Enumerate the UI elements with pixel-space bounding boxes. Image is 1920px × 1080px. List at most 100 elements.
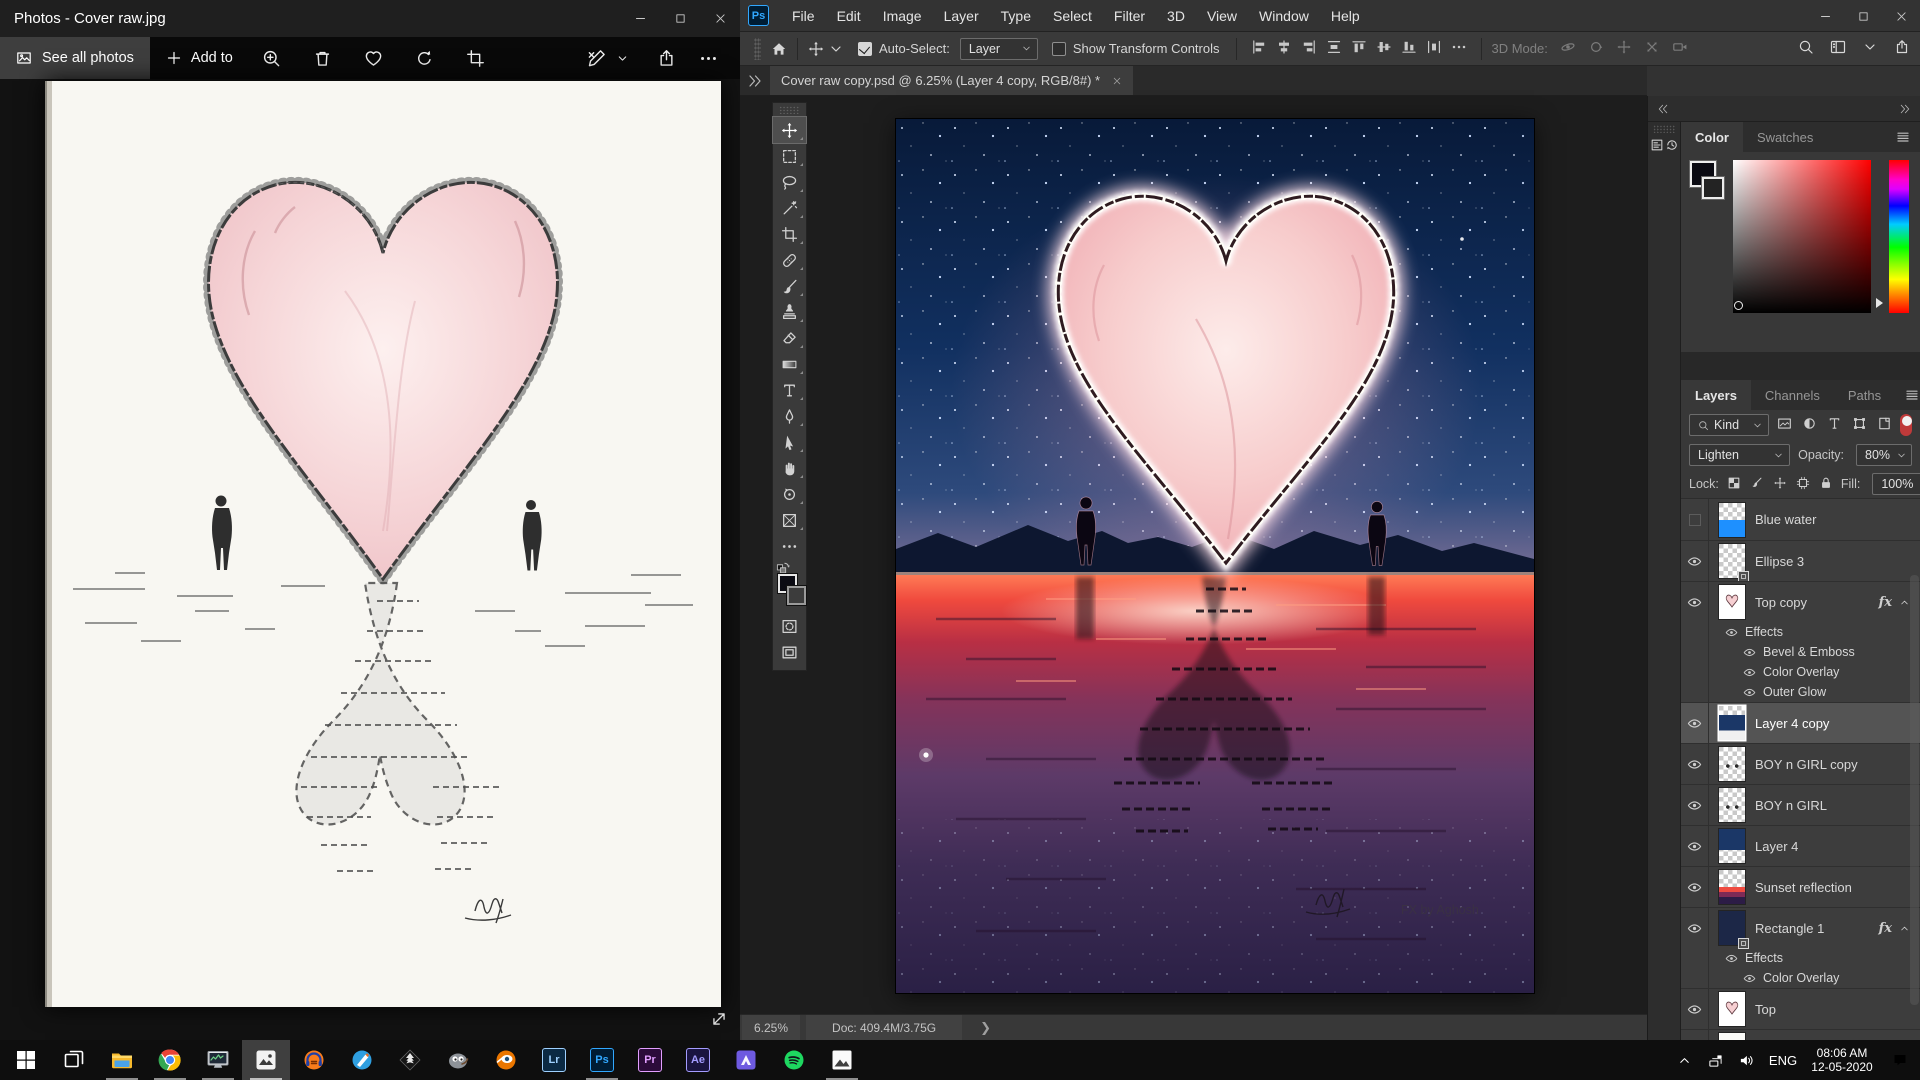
layer-thumbnail[interactable] (1719, 870, 1745, 904)
lock-artboard-button[interactable] (1796, 476, 1810, 493)
language-indicator[interactable]: ENG (1762, 1053, 1804, 1068)
layer-visibility-toggle[interactable] (1681, 867, 1709, 907)
effect-visibility-toggle[interactable] (1743, 666, 1756, 679)
zoom-in-button[interactable] (259, 43, 283, 73)
layer-thumbnail[interactable] (1719, 585, 1745, 619)
document-tab[interactable]: Cover raw copy.psd @ 6.25% (Layer 4 copy… (770, 66, 1133, 95)
taskbar-photoshop[interactable]: Ps (578, 1040, 626, 1080)
taskbar-photos[interactable] (242, 1040, 290, 1080)
taskbar-start[interactable] (2, 1040, 50, 1080)
rotate-button[interactable] (412, 43, 436, 73)
lock-transparency-button[interactable] (1727, 476, 1741, 493)
layer-row[interactable]: Rectangle 1 fx (1681, 907, 1920, 948)
delete-button[interactable] (310, 43, 334, 73)
layer-row[interactable]: BOY n GIRL (1681, 784, 1920, 825)
panel-menu-icon[interactable] (1886, 122, 1920, 152)
canvas-document[interactable]: FX by Aghosh (896, 119, 1534, 993)
menu-edit[interactable]: Edit (826, 0, 872, 32)
photos-maximize-button[interactable] (660, 0, 700, 37)
menu-view[interactable]: View (1196, 0, 1248, 32)
taskbar-headphones-app[interactable] (290, 1040, 338, 1080)
layers-scrollbar[interactable] (1910, 575, 1919, 1005)
status-zoom-field[interactable]: 6.25% (742, 1015, 800, 1040)
menu-type[interactable]: Type (990, 0, 1042, 32)
pen-tool[interactable] (773, 403, 806, 429)
rotate-view-tool[interactable] (773, 481, 806, 507)
taskbar-inkscape[interactable] (386, 1040, 434, 1080)
layer-row[interactable]: Layer 4 (1681, 825, 1920, 866)
effect-visibility-toggle[interactable] (1725, 952, 1738, 965)
brush-tool[interactable] (773, 273, 806, 299)
3d-slide-button[interactable] (1644, 39, 1660, 58)
home-icon[interactable] (771, 41, 787, 57)
hand-tool[interactable] (773, 455, 806, 481)
layer-thumbnail[interactable] (1719, 992, 1745, 1026)
layer-name[interactable]: Ellipse 3 (1755, 554, 1804, 569)
marquee-tool[interactable] (773, 143, 806, 169)
fill-field[interactable]: 100% (1872, 473, 1920, 495)
distribute-v-button[interactable] (1326, 39, 1342, 58)
search-button[interactable] (1798, 39, 1814, 58)
tab-layers[interactable]: Layers (1681, 380, 1751, 410)
blend-mode-dropdown[interactable]: Lighten (1689, 444, 1790, 466)
filter-kind-dropdown[interactable]: Kind (1689, 414, 1769, 436)
layer-effect-row[interactable]: Effects (1681, 622, 1920, 642)
layer-name[interactable]: Layer 4 copy (1755, 716, 1829, 731)
filter-type-button[interactable] (1827, 416, 1842, 434)
layer-row[interactable]: Ellipse 3 (1681, 540, 1920, 581)
lock-position-button[interactable] (1773, 476, 1787, 493)
hue-slider-handle[interactable] (1876, 298, 1888, 308)
type-tool[interactable] (773, 377, 806, 403)
eraser-tool[interactable] (773, 325, 806, 351)
layer-visibility-toggle[interactable] (1681, 499, 1709, 540)
clone-stamp-tool[interactable] (773, 299, 806, 325)
close-icon[interactable] (1112, 76, 1122, 86)
layer-thumbnail[interactable] (1719, 503, 1745, 537)
chevron-down-button[interactable] (1862, 39, 1878, 58)
taskbar-system-monitor[interactable] (194, 1040, 242, 1080)
color-picker-handle[interactable] (1734, 301, 1743, 310)
effect-visibility-toggle[interactable] (1743, 686, 1756, 699)
menu-filter[interactable]: Filter (1103, 0, 1156, 32)
layer-name[interactable]: Top (1755, 1002, 1776, 1017)
menu-file[interactable]: File (781, 0, 826, 32)
layer-row[interactable]: Top copyfx (1681, 581, 1920, 622)
layer-thumbnail[interactable] (1719, 829, 1745, 863)
menu-3d[interactable]: 3D (1156, 0, 1196, 32)
gradient-tool[interactable] (773, 351, 806, 377)
align-bottom-button[interactable] (1401, 39, 1417, 58)
photoshop-minimize-button[interactable] (1806, 0, 1844, 32)
taskbar-after-effects[interactable]: Ae (674, 1040, 722, 1080)
crop-button[interactable] (463, 43, 487, 73)
menu-select[interactable]: Select (1042, 0, 1103, 32)
fx-badge[interactable]: fx (1879, 921, 1892, 936)
fx-badge[interactable]: fx (1879, 595, 1892, 610)
layer-visibility-toggle[interactable] (1681, 744, 1709, 784)
resize-diagonal-icon[interactable] (710, 1010, 728, 1028)
layer-visibility-toggle[interactable] (1681, 989, 1709, 1029)
distribute-h-button[interactable] (1426, 39, 1442, 58)
menu-image[interactable]: Image (872, 0, 933, 32)
layer-thumbnail[interactable] (1719, 911, 1745, 945)
saturation-field[interactable] (1733, 160, 1871, 313)
chevrons-right-icon[interactable] (740, 66, 770, 95)
layer-name[interactable]: Blue water (1755, 512, 1816, 527)
layer-name[interactable]: Rectangle 1 (1755, 921, 1824, 936)
crop-tool[interactable] (773, 221, 806, 247)
photos-minimize-button[interactable] (620, 0, 660, 37)
layer-filter-toggle[interactable] (1900, 414, 1912, 436)
tab-color[interactable]: Color (1681, 122, 1743, 152)
auto-select-mode-dropdown[interactable]: Layer (960, 38, 1038, 60)
filter-adjustment-button[interactable] (1802, 416, 1817, 434)
lasso-tool[interactable] (773, 169, 806, 195)
chevron-down-button[interactable] (610, 43, 634, 73)
lock-paint-button[interactable] (1750, 476, 1764, 493)
background-color-swatch[interactable] (787, 586, 806, 605)
photoshop-maximize-button[interactable] (1844, 0, 1882, 32)
3d-pan-button[interactable] (1616, 39, 1632, 58)
layer-thumbnail[interactable] (1719, 706, 1745, 740)
layer-row[interactable]: Sunset reflection (1681, 866, 1920, 907)
align-left-button[interactable] (1251, 39, 1267, 58)
taskbar-clock[interactable]: 08:06 AM 12-05-2020 (1804, 1046, 1880, 1075)
hue-slider[interactable] (1889, 160, 1909, 313)
